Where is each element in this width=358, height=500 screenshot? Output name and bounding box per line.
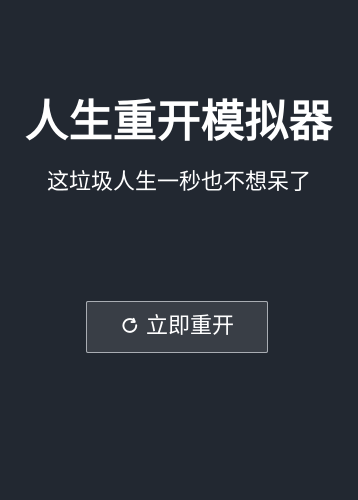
- home-screen: 人生重开模拟器 这垃圾人生一秒也不想呆了 立即重开: [0, 0, 358, 500]
- page-subtitle: 这垃圾人生一秒也不想呆了: [46, 170, 311, 195]
- restart-button-label: 立即重开: [145, 314, 234, 339]
- page-title: 人生重开模拟器: [25, 96, 333, 147]
- restart-button[interactable]: 立即重开: [86, 301, 268, 353]
- refresh-icon: [120, 317, 140, 337]
